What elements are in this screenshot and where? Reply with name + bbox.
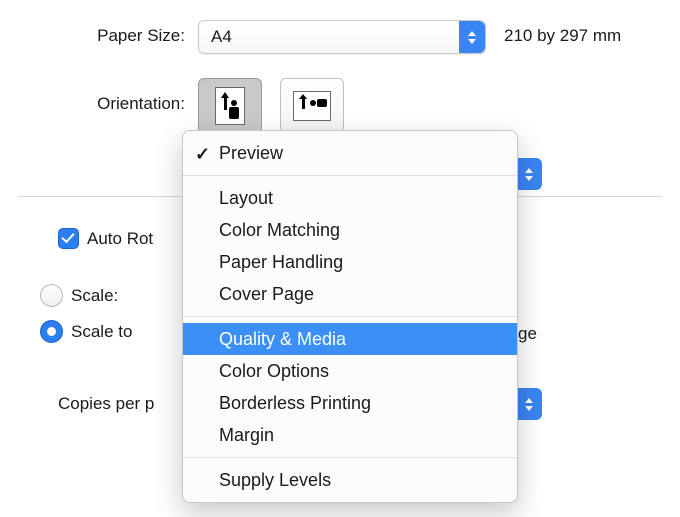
menu-item-color-matching[interactable]: Color Matching bbox=[183, 214, 517, 246]
scale-to-fit-row: Scale to bbox=[40, 320, 132, 343]
paper-size-value: A4 bbox=[199, 27, 459, 47]
section-select-arrows-icon[interactable] bbox=[516, 158, 542, 190]
menu-item-color-options[interactable]: Color Options bbox=[183, 355, 517, 387]
scale-label: Scale: bbox=[71, 286, 118, 306]
menu-item-label: Margin bbox=[219, 425, 274, 446]
scale-radio[interactable] bbox=[40, 284, 63, 307]
menu-item-margin[interactable]: Margin bbox=[183, 419, 517, 451]
updown-arrows-icon bbox=[459, 21, 485, 53]
menu-item-label: Layout bbox=[219, 188, 273, 209]
paper-size-select[interactable]: A4 bbox=[198, 20, 486, 54]
checkmark-icon: ✓ bbox=[195, 144, 210, 165]
orientation-portrait-button[interactable] bbox=[198, 78, 262, 134]
menu-item-cover-page[interactable]: Cover Page bbox=[183, 278, 517, 310]
paper-dimensions: 210 by 297 mm bbox=[504, 26, 621, 46]
scale-to-fit-suffix: ge bbox=[518, 324, 537, 344]
auto-rotate-row: Auto Rot bbox=[58, 228, 153, 249]
menu-item-label: Preview bbox=[219, 143, 283, 164]
orientation-row: Orientation: bbox=[0, 78, 680, 134]
paper-size-label: Paper Size: bbox=[0, 26, 185, 46]
auto-rotate-checkbox[interactable] bbox=[58, 228, 79, 249]
scale-to-fit-radio[interactable] bbox=[40, 320, 63, 343]
paper-size-row: Paper Size: A4 210 by 297 mm bbox=[0, 20, 680, 54]
menu-item-quality-media[interactable]: Quality & Media bbox=[183, 323, 517, 355]
scale-row: Scale: bbox=[40, 284, 118, 307]
portrait-page-icon bbox=[215, 87, 245, 125]
menu-separator bbox=[183, 175, 517, 176]
menu-separator bbox=[183, 316, 517, 317]
menu-item-layout[interactable]: Layout bbox=[183, 182, 517, 214]
menu-item-supply-levels[interactable]: Supply Levels bbox=[183, 464, 517, 496]
options-dropdown-menu: ✓ Preview Layout Color Matching Paper Ha… bbox=[182, 130, 518, 503]
orientation-buttons bbox=[198, 78, 344, 134]
menu-item-label: Quality & Media bbox=[219, 329, 346, 350]
menu-item-label: Cover Page bbox=[219, 284, 314, 305]
menu-item-label: Color Matching bbox=[219, 220, 340, 241]
menu-item-label: Paper Handling bbox=[219, 252, 343, 273]
menu-item-label: Borderless Printing bbox=[219, 393, 371, 414]
scale-to-fit-label: Scale to bbox=[71, 322, 132, 342]
menu-item-preview[interactable]: ✓ Preview bbox=[183, 137, 517, 169]
orientation-landscape-button[interactable] bbox=[280, 78, 344, 134]
copies-per-page-label: Copies per p bbox=[58, 394, 154, 414]
auto-rotate-label: Auto Rot bbox=[87, 229, 153, 249]
orientation-label: Orientation: bbox=[0, 94, 185, 114]
menu-item-label: Supply Levels bbox=[219, 470, 331, 491]
menu-item-borderless-printing[interactable]: Borderless Printing bbox=[183, 387, 517, 419]
copies-select-arrows-icon[interactable] bbox=[516, 388, 542, 420]
menu-item-label: Color Options bbox=[219, 361, 329, 382]
menu-item-paper-handling[interactable]: Paper Handling bbox=[183, 246, 517, 278]
landscape-page-icon bbox=[293, 91, 331, 121]
menu-separator bbox=[183, 457, 517, 458]
